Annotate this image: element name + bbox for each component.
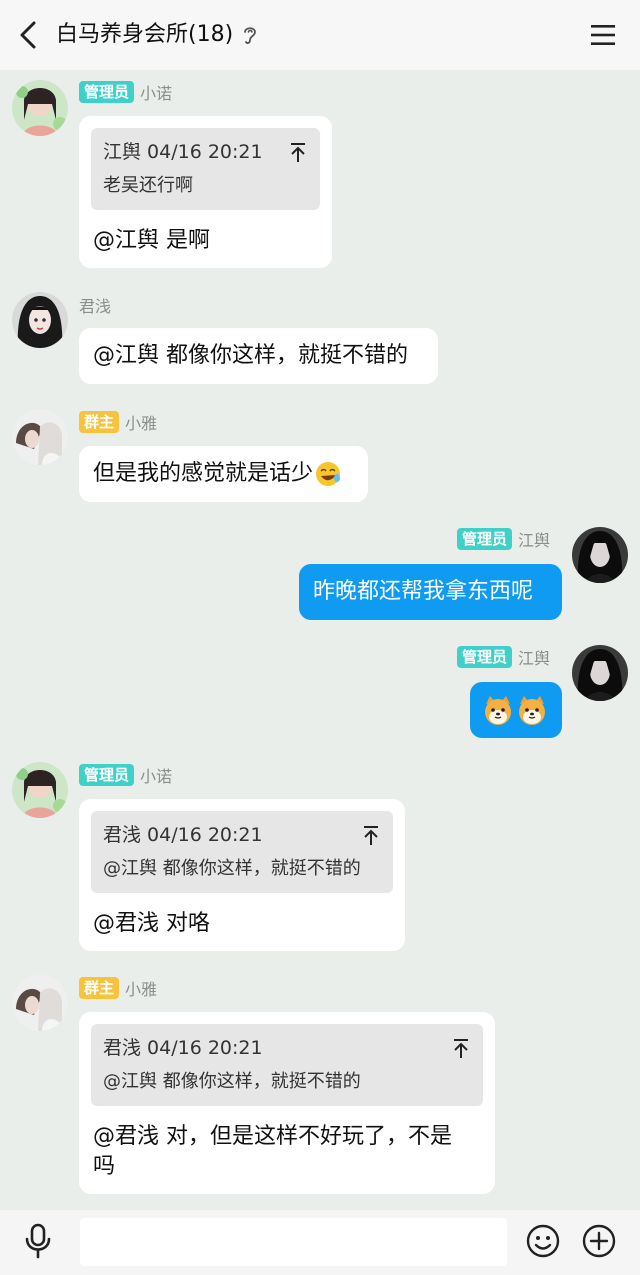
- sender-meta: 管理员 小诺: [79, 81, 172, 103]
- sender-name: 小雅: [125, 980, 158, 999]
- quoted-message[interactable]: 君浅 04/16 20:21 @江舆 都像你这样，就挺不错的: [91, 811, 393, 893]
- message-bubble[interactable]: 君浅 04/16 20:21 @江舆 都像你这样，就挺不错的 @君浅 对，但是这…: [79, 1012, 495, 1194]
- avatar-xiaoya[interactable]: [12, 975, 68, 1031]
- sender-name: 江舆: [518, 531, 551, 550]
- message-bubble[interactable]: 君浅 04/16 20:21 @江舆 都像你这样，就挺不错的 @君浅 对咯: [79, 799, 405, 951]
- shiba-emoji-icon: [519, 696, 545, 725]
- owner-badge: 群主: [79, 977, 120, 999]
- message-text: @江舆 都像你这样，就挺不错的: [93, 343, 408, 368]
- avatar-xiaonuo[interactable]: [12, 762, 68, 818]
- quoted-message[interactable]: 江舆 04/16 20:21 老吴还行啊: [91, 128, 320, 210]
- my-message-bubble[interactable]: 昨晚都还帮我拿东西呢: [299, 564, 562, 620]
- group-title-wrap: 白马养身会所(18): [56, 20, 259, 50]
- avatar-jiangyu[interactable]: [572, 645, 628, 701]
- quote-header: 君浅 04/16 20:21: [103, 824, 263, 846]
- sender-name: 小雅: [125, 414, 158, 433]
- sender-name: 君浅: [79, 297, 112, 316]
- more-button[interactable]: [582, 1224, 616, 1258]
- quote-body: 老吴还行啊: [103, 175, 193, 196]
- message-text: 但是我的感觉就是话少: [93, 461, 314, 486]
- jump-to-top-icon[interactable]: [361, 823, 381, 847]
- sender-name: 小诺: [140, 767, 173, 786]
- jump-to-top-icon[interactable]: [288, 140, 308, 164]
- microphone-icon: [25, 1223, 51, 1259]
- laughing-emoji-icon: [316, 462, 341, 486]
- shiba-emoji-icon: [485, 696, 511, 725]
- sender-meta: 管理员 江舆: [457, 646, 550, 668]
- chevron-left-icon: [20, 21, 36, 49]
- message-text: @江舆 是啊: [93, 228, 210, 253]
- smiley-icon: [526, 1224, 560, 1258]
- avatar-jiangyu[interactable]: [572, 527, 628, 583]
- quote-header: 君浅 04/16 20:21: [103, 1037, 263, 1059]
- admin-badge: 管理员: [79, 81, 135, 103]
- avatar-junqian[interactable]: [12, 292, 68, 348]
- message-text-wrap: 但是我的感觉就是话少: [79, 446, 368, 489]
- hamburger-menu-icon: [591, 25, 615, 45]
- menu-button[interactable]: [590, 22, 616, 48]
- admin-badge: 管理员: [457, 528, 513, 550]
- sender-meta: 君浅: [79, 294, 111, 316]
- emoji-button[interactable]: [526, 1224, 560, 1258]
- sender-meta: 管理员 江舆: [457, 528, 550, 550]
- sender-name: 江舆: [518, 649, 551, 668]
- plus-circle-icon: [582, 1224, 616, 1258]
- quoted-message[interactable]: 君浅 04/16 20:21 @江舆 都像你这样，就挺不错的: [91, 1024, 483, 1106]
- message-list[interactable]: 管理员 小诺 江舆 04/16 20:21 老吴还行啊 @江舆 是啊 君浅 @江…: [0, 70, 640, 1210]
- ear-icon: [241, 24, 259, 46]
- voice-button[interactable]: [22, 1223, 54, 1259]
- sender-meta: 管理员 小诺: [79, 764, 172, 786]
- message-bubble[interactable]: 江舆 04/16 20:21 老吴还行啊 @江舆 是啊: [79, 116, 332, 268]
- admin-badge: 管理员: [79, 764, 135, 786]
- message-text-line: @君浅 对，但是这样不好玩了，不是: [93, 1124, 452, 1149]
- message-bubble[interactable]: @江舆 都像你这样，就挺不错的: [79, 328, 438, 384]
- admin-badge: 管理员: [457, 646, 513, 668]
- quote-body: @江舆 都像你这样，就挺不错的: [103, 1071, 361, 1092]
- group-title: 白马养身会所(18): [56, 22, 234, 47]
- message-bubble[interactable]: 但是我的感觉就是话少: [79, 446, 368, 502]
- avatar-xiaoya[interactable]: [12, 409, 68, 465]
- sender-name: 小诺: [140, 84, 173, 103]
- quote-header: 江舆 04/16 20:21: [103, 141, 263, 163]
- message-text: @君浅 对咯: [93, 911, 210, 936]
- avatar-xiaonuo[interactable]: [12, 80, 68, 136]
- jump-to-top-icon[interactable]: [451, 1036, 471, 1060]
- my-sticker-bubble[interactable]: [470, 682, 562, 738]
- chat-header: 白马养身会所(18): [0, 0, 640, 70]
- input-bar: [0, 1210, 640, 1275]
- sender-meta: 群主 小雅: [79, 977, 157, 999]
- back-button[interactable]: [14, 20, 42, 50]
- quote-body: @江舆 都像你这样，就挺不错的: [103, 858, 361, 879]
- message-input[interactable]: [80, 1218, 507, 1266]
- message-text-line: 吗: [93, 1154, 116, 1179]
- sender-meta: 群主 小雅: [79, 411, 157, 433]
- message-text: 昨晚都还帮我拿东西呢: [313, 579, 534, 604]
- owner-badge: 群主: [79, 411, 120, 433]
